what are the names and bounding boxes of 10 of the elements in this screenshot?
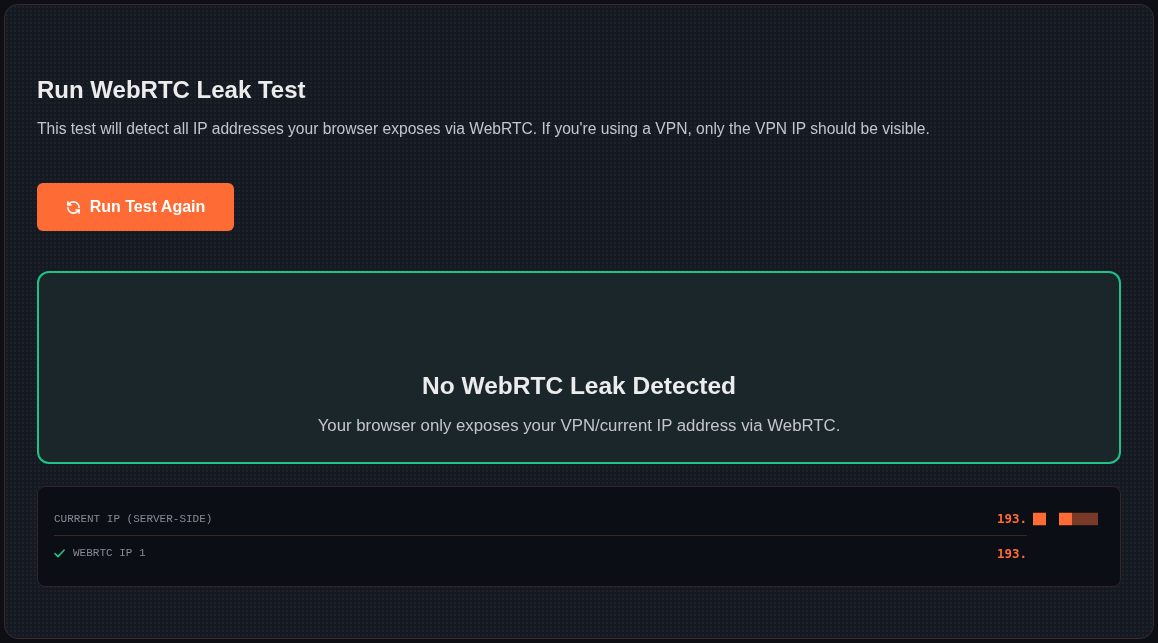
refresh-icon: [65, 199, 81, 215]
page-title: Run WebRTC Leak Test: [37, 76, 307, 104]
run-test-button[interactable]: Run Test Again: [37, 183, 234, 231]
test-description: This test will detect all IP addresses your browser exposes via WebRTC. If you're using a VPN, only the VPN IP should be visible.: [37, 119, 931, 139]
ip-value: 193.: [996, 511, 1027, 526]
ip-value: 193.: [996, 545, 1027, 561]
ip-label: WEBRTC IP 1: [73, 547, 146, 559]
result-title: No WebRTC Leak Detected: [422, 372, 736, 400]
result-message: Your browser only exposes your VPN/current IP address via WebRTC.: [317, 416, 841, 436]
ip-label: CURRENT IP (SERVER-SIDE): [54, 512, 213, 525]
